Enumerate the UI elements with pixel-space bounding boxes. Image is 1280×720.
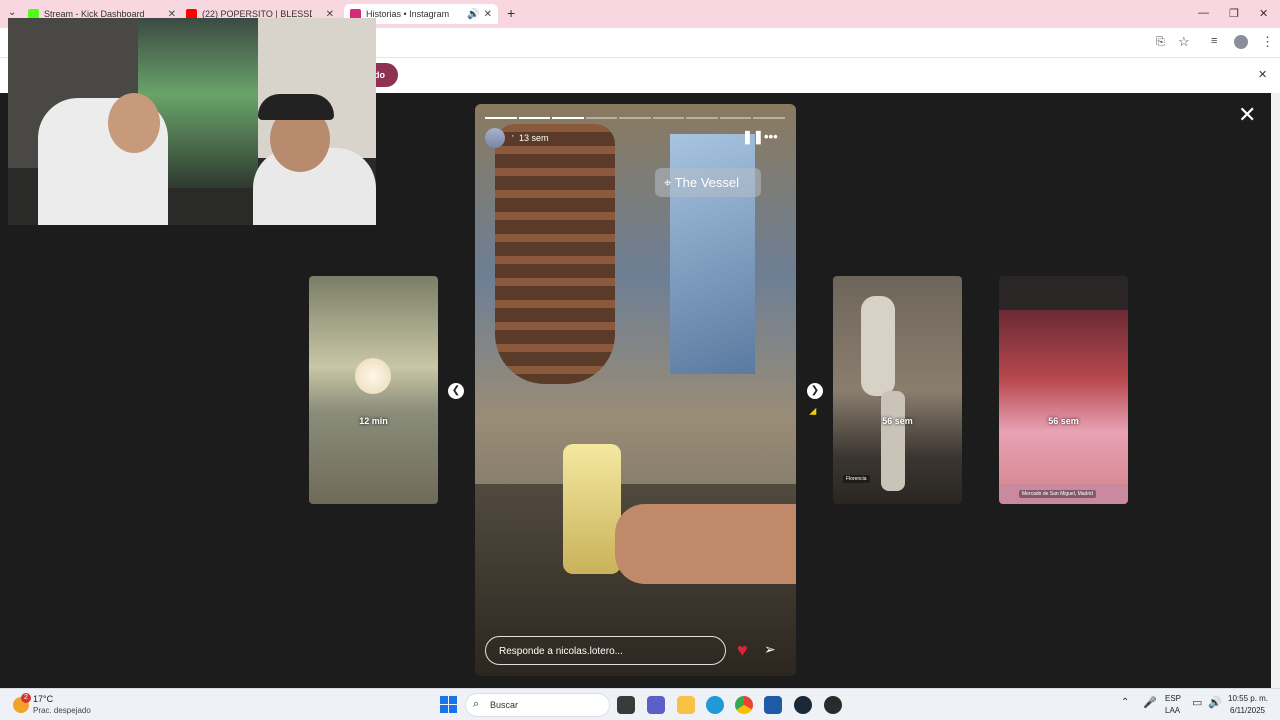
location-name: The Vessel — [674, 175, 740, 190]
menu-kebab-icon[interactable]: ⋮ — [1261, 34, 1274, 50]
search-label: Buscar — [490, 700, 519, 710]
story-time-label: 56 sem — [1048, 416, 1079, 426]
close-window-icon[interactable]: ✕ — [1259, 7, 1268, 20]
task-view-icon[interactable] — [617, 696, 635, 714]
pause-icon[interactable]: ❚❚ — [742, 129, 764, 145]
taskbar: 2 17°C Prac. despejado ⌕ Buscar ⌃ 🎤 ESP … — [0, 688, 1280, 720]
chevron-left-icon: ❮ — [451, 385, 461, 396]
location-sticker[interactable]: ⌖ The Vessel — [655, 168, 761, 197]
location-tag: Florencia — [843, 475, 870, 483]
story-time-label: 56 sem — [882, 416, 913, 426]
progress-segment — [686, 117, 718, 119]
person-left-face — [108, 93, 160, 153]
previous-story-button[interactable]: ❮ — [448, 383, 464, 399]
close-viewer-icon[interactable]: ✕ — [1238, 102, 1256, 128]
display-icon[interactable]: ▭ — [1192, 696, 1202, 709]
market-photo — [999, 310, 1128, 484]
dot-separator: · — [511, 130, 515, 142]
scrollbar[interactable] — [1271, 93, 1280, 688]
drink-glass — [563, 444, 621, 574]
statue — [861, 296, 895, 396]
app-icon[interactable] — [824, 696, 842, 714]
new-tab-button[interactable]: + — [507, 5, 515, 21]
notification-badge: 2 — [21, 693, 31, 703]
language-bottom[interactable]: LAA — [1165, 706, 1180, 715]
windows-start-icon[interactable] — [440, 696, 457, 713]
person — [881, 391, 905, 491]
progress-segment — [753, 117, 785, 119]
search-icon: ⌕ — [473, 698, 480, 710]
progress-segment — [585, 117, 618, 119]
vessel-structure — [495, 124, 615, 384]
audio-playing-icon[interactable]: 🔊 — [467, 9, 479, 20]
side-story-3[interactable]: 56 sem Mercado de San Miguel, Madrid — [999, 276, 1128, 504]
reply-input[interactable]: Responde a nicolas.lotero... — [485, 636, 726, 665]
progress-segment — [485, 117, 517, 119]
location-tag: Mercado de San Miguel, Madrid — [1019, 490, 1096, 498]
story-time-label: 12 min — [359, 416, 388, 426]
steam-icon[interactable] — [794, 696, 812, 714]
main-story: · 13 sem ❚❚ ••• ⌖ The Vessel Responde a … — [475, 104, 796, 676]
hand — [615, 504, 796, 584]
like-heart-icon[interactable]: ♥ — [737, 640, 748, 661]
progress-segment — [552, 117, 584, 119]
language-top[interactable]: ESP — [1165, 694, 1181, 703]
story-time-ago: 13 sem — [519, 133, 549, 143]
weather-temp[interactable]: 17°C — [33, 694, 53, 704]
progress-segment — [652, 117, 685, 119]
cap-right — [258, 94, 334, 120]
minimize-icon[interactable]: — — [1198, 7, 1209, 19]
side-story-1[interactable]: 12 min — [309, 276, 438, 504]
progress-segment — [518, 117, 551, 119]
location-pin-icon: ⌖ — [664, 175, 672, 190]
restore-icon[interactable]: ❐ — [1229, 7, 1239, 20]
chevron-up-icon[interactable]: ⌃ — [1121, 697, 1129, 708]
progress-segment — [719, 117, 752, 119]
file-explorer-icon[interactable] — [677, 696, 695, 714]
edge-icon[interactable] — [706, 696, 724, 714]
sun — [355, 358, 391, 394]
clock-date[interactable]: 6/11/2025 — [1230, 706, 1265, 715]
chevron-right-icon: ❯ — [810, 385, 820, 396]
search-box[interactable]: ⌕ Buscar — [465, 693, 610, 717]
media-control-icon[interactable]: ≡ — [1211, 35, 1217, 47]
story-avatar[interactable] — [485, 128, 505, 148]
webcam-overlay — [8, 18, 376, 225]
bookmark-star-icon[interactable]: ☆ — [1178, 34, 1190, 50]
tab-title: Historias • Instagram — [366, 9, 450, 19]
profile-avatar[interactable] — [1234, 35, 1248, 49]
close-icon[interactable]: ✕ — [484, 9, 492, 20]
microphone-icon[interactable]: 🎤 — [1143, 696, 1157, 709]
close-infobar-icon[interactable]: ✕ — [1258, 68, 1267, 81]
weather-desc[interactable]: Prac. despejado — [33, 706, 91, 715]
caption-bar: Mercado de San Miguel, Madrid — [999, 484, 1128, 504]
side-story-2[interactable]: 56 sem Florencia — [833, 276, 962, 504]
teams-icon[interactable] — [647, 696, 665, 714]
cast-icon[interactable]: ⎘ — [1156, 36, 1165, 49]
send-icon[interactable]: ➢ — [764, 641, 776, 658]
progress-segment — [619, 117, 651, 119]
volume-icon[interactable]: 🔊 — [1208, 696, 1222, 709]
clock-time[interactable]: 10:55 p. m. — [1228, 694, 1268, 703]
more-options-icon[interactable]: ••• — [764, 129, 778, 144]
next-story-button[interactable]: ❯ — [807, 383, 823, 399]
store-icon[interactable] — [764, 696, 782, 714]
tab-search-chevron-icon[interactable]: ⌄ — [8, 7, 16, 18]
chrome-icon[interactable] — [735, 696, 753, 714]
